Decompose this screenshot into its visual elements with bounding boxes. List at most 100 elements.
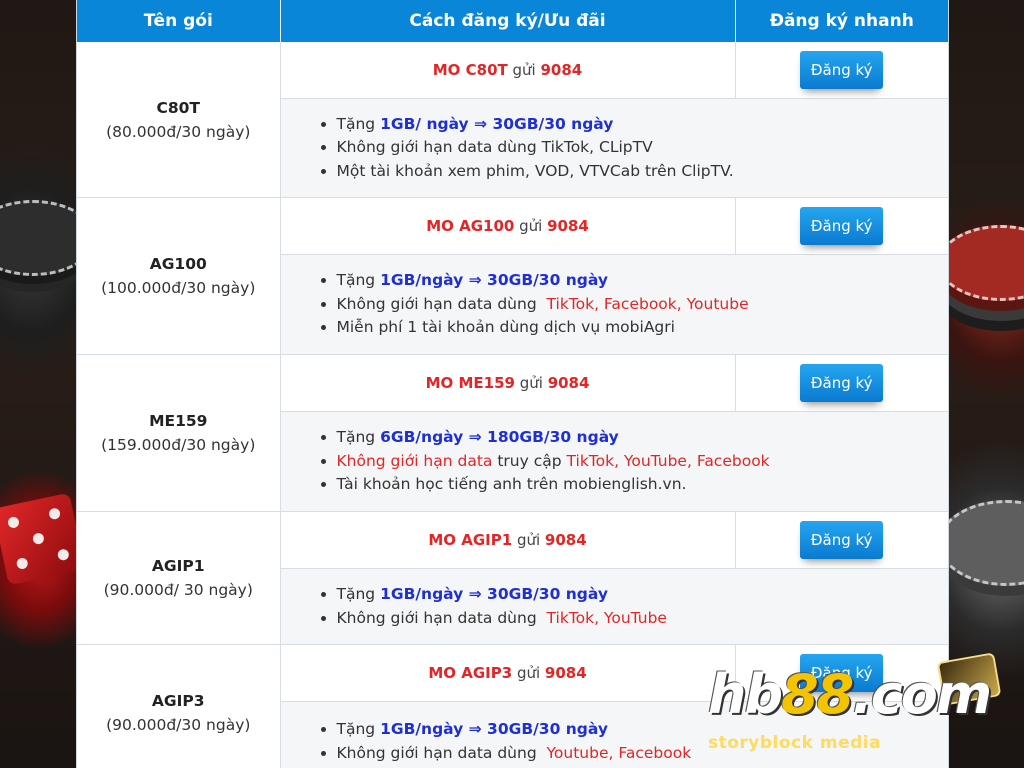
register-button[interactable]: Đăng ký: [800, 364, 884, 402]
package-code: C80T: [156, 98, 201, 117]
sms-syntax: MO AGIP3: [428, 664, 513, 682]
benefit-text: Tặng: [336, 114, 381, 133]
package-name-cell: AG100 (100.000đ/30 ngày): [77, 197, 281, 355]
highlighted-text: 1GB/ngày ⇒ 30GB/30 ngày: [380, 271, 608, 290]
list-item: Tặng 1GB/ngày ⇒ 30GB/30 ngày: [337, 269, 949, 293]
list-item: Tài khoản học tiếng anh trên mobienglish…: [337, 473, 949, 497]
package-price: (90.000đ/30 ngày): [106, 716, 251, 734]
list-item: Không giới hạn data dùng Youtube, Facebo…: [337, 742, 949, 766]
list-item: Tặng 1GB/ ngày ⇒ 30GB/30 ngày: [337, 113, 949, 137]
list-item: Tặng 1GB/ngày ⇒ 30GB/30 ngày: [337, 718, 949, 742]
sms-shortcode: 9084: [544, 531, 587, 549]
list-item: Không giới hạn data dùng TikTok, YouTube: [337, 607, 949, 631]
register-button[interactable]: Đăng ký: [800, 654, 884, 692]
benefit-text: Miễn phí 1 tài khoản dùng dịch vụ mobiAg…: [336, 318, 675, 337]
table-body: C80T (80.000đ/30 ngày) MO C80T gửi 9084 Đăn…: [77, 42, 948, 768]
package-price: (80.000đ/30 ngày): [106, 122, 251, 141]
sms-syntax: MO AGIP1: [428, 531, 513, 549]
register-button[interactable]: Đăng ký: [800, 51, 884, 89]
sms-send-to-label: gửi: [514, 217, 548, 235]
benefit-text: Không giới hạn data dùng: [336, 294, 547, 313]
table-header-row: Tên gói Cách đăng ký/Ưu đãi Đăng ký nhan…: [77, 0, 948, 42]
benefit-text: Không giới hạn data dùng: [336, 743, 547, 762]
list-item: Không giới hạn data dùng TikTok, CLipTV: [337, 136, 949, 160]
package-price: (100.000đ/30 ngày): [101, 279, 256, 297]
sms-command-cell: MO ME159 gửi 9084: [280, 354, 736, 412]
benefits-list: Tặng 1GB/ ngày ⇒ 30GB/30 ngàyKhông giới …: [281, 113, 949, 184]
header-how-to-register: Cách đăng ký/Ưu đãi: [280, 0, 736, 42]
benefits-cell: Tặng 1GB/ngày ⇒ 30GB/30 ngàyKhông giới h…: [280, 701, 949, 768]
package-price: (90.000đ/ 30 ngày): [103, 581, 253, 599]
package-table-panel: Tên gói Cách đăng ký/Ưu đãi Đăng ký nhan…: [76, 0, 949, 768]
package-table: Tên gói Cách đăng ký/Ưu đãi Đăng ký nhan…: [77, 0, 948, 768]
sms-command-cell: MO C80T gửi 9084: [280, 42, 736, 99]
package-name-cell: C80T (80.000đ/30 ngày): [77, 42, 281, 198]
quick-register-cell: Đăng ký: [735, 42, 948, 99]
quick-register-cell: Đăng ký: [735, 644, 948, 702]
package-code: AGIP3: [151, 692, 205, 710]
table-row: ME159 (159.000đ/30 ngày) MO ME159 gửi 9084…: [77, 354, 948, 512]
header-package-name: Tên gói: [77, 0, 281, 42]
highlighted-text: Youtube, Facebook: [546, 743, 692, 762]
package-code: AG100: [149, 255, 207, 273]
list-item: Tặng 6GB/ngày ⇒ 180GB/30 ngày: [337, 426, 949, 450]
benefit-text: Một tài khoản xem phim, VOD, VTVCab trên…: [336, 161, 734, 180]
register-button[interactable]: Đăng ký: [800, 207, 884, 245]
benefit-text: Không giới hạn data dùng TikTok, CLipTV: [336, 138, 653, 157]
quick-register-cell: Đăng ký: [735, 511, 948, 569]
quick-register-cell: Đăng ký: [735, 354, 948, 412]
list-item: Không giới hạn data truy cập TikTok, You…: [337, 450, 949, 474]
benefits-cell: Tặng 1GB/ngày ⇒ 30GB/30 ngàyKhông giới h…: [280, 254, 949, 355]
benefits-list: Tặng 1GB/ngày ⇒ 30GB/30 ngàyKhông giới h…: [281, 583, 949, 630]
package-price: (159.000đ/30 ngày): [101, 436, 256, 454]
benefits-list: Tặng 1GB/ngày ⇒ 30GB/30 ngàyKhông giới h…: [281, 269, 949, 340]
benefit-text: truy cập: [492, 451, 567, 470]
benefits-cell: Tặng 1GB/ngày ⇒ 30GB/30 ngàyKhông giới h…: [280, 568, 949, 645]
package-name-cell: ME159 (159.000đ/30 ngày): [77, 354, 281, 512]
highlighted-text: Không giới hạn data: [336, 451, 493, 470]
list-item: Miễn phí 1 tài khoản dùng dịch vụ mobiAg…: [337, 316, 949, 340]
list-item: Tặng 1GB/ngày ⇒ 30GB/30 ngày: [337, 583, 949, 607]
sms-send-to-label: gửi: [507, 61, 541, 79]
sms-syntax: MO AG100: [426, 217, 515, 235]
highlighted-text: 6GB/ngày ⇒ 180GB/30 ngày: [380, 428, 619, 447]
sms-send-to-label: gửi: [512, 531, 545, 549]
sms-command-cell: MO AGIP3 gửi 9084: [280, 644, 736, 702]
benefits-cell: Tặng 6GB/ngày ⇒ 180GB/30 ngàyKhông giới …: [280, 411, 949, 512]
sms-shortcode: 9084: [540, 61, 583, 79]
sms-command-cell: MO AG100 gửi 9084: [280, 197, 736, 255]
header-quick-register: Đăng ký nhanh: [735, 0, 948, 42]
list-item: Không giới hạn data dùng TikTok, Faceboo…: [337, 293, 949, 317]
benefit-text: Tài khoản học tiếng anh trên mobienglish…: [336, 475, 687, 494]
sms-syntax: MO ME159: [425, 374, 515, 392]
benefit-text: Tặng: [336, 428, 381, 447]
highlighted-text: TikTok, YouTube: [546, 608, 667, 627]
benefit-text: Tặng: [336, 720, 381, 738]
benefits-list: Tặng 1GB/ngày ⇒ 30GB/30 ngàyKhông giới h…: [281, 718, 949, 765]
highlighted-text: 1GB/ngày ⇒ 30GB/30 ngày: [380, 585, 608, 603]
table-row: AGIP3 (90.000đ/30 ngày) MO AGIP3 gửi 9084 Đ…: [77, 644, 948, 768]
highlighted-text: 1GB/ ngày ⇒ 30GB/30 ngày: [380, 114, 614, 133]
highlighted-text: TikTok, YouTube, Facebook: [566, 451, 770, 470]
list-item: Một tài khoản xem phim, VOD, VTVCab trên…: [337, 160, 949, 184]
sms-shortcode: 9084: [544, 664, 587, 682]
benefit-text: Tặng: [336, 271, 381, 290]
package-name-cell: AGIP3 (90.000đ/30 ngày): [77, 644, 281, 768]
sms-syntax: MO C80T: [432, 61, 508, 79]
quick-register-cell: Đăng ký: [735, 197, 948, 255]
sms-send-to-label: gửi: [514, 374, 548, 392]
benefit-text: Không giới hạn data dùng: [336, 608, 547, 627]
package-code: ME159: [149, 412, 208, 430]
highlighted-text: 1GB/ngày ⇒ 30GB/30 ngày: [380, 720, 608, 738]
table-row: AG100 (100.000đ/30 ngày) MO AG100 gửi 9084…: [77, 197, 948, 355]
sms-send-to-label: gửi: [512, 664, 545, 682]
highlighted-text: TikTok, Facebook, Youtube: [546, 294, 749, 313]
sms-shortcode: 9084: [547, 374, 590, 392]
table-row: AGIP1 (90.000đ/ 30 ngày) MO AGIP1 gửi 9084…: [77, 511, 948, 645]
benefits-cell: Tặng 1GB/ ngày ⇒ 30GB/30 ngàyKhông giới …: [280, 98, 949, 198]
register-button[interactable]: Đăng ký: [800, 521, 884, 559]
benefits-list: Tặng 6GB/ngày ⇒ 180GB/30 ngàyKhông giới …: [281, 426, 949, 497]
benefit-text: Tặng: [336, 585, 381, 603]
package-code: AGIP1: [151, 557, 205, 575]
package-name-cell: AGIP1 (90.000đ/ 30 ngày): [77, 511, 281, 645]
